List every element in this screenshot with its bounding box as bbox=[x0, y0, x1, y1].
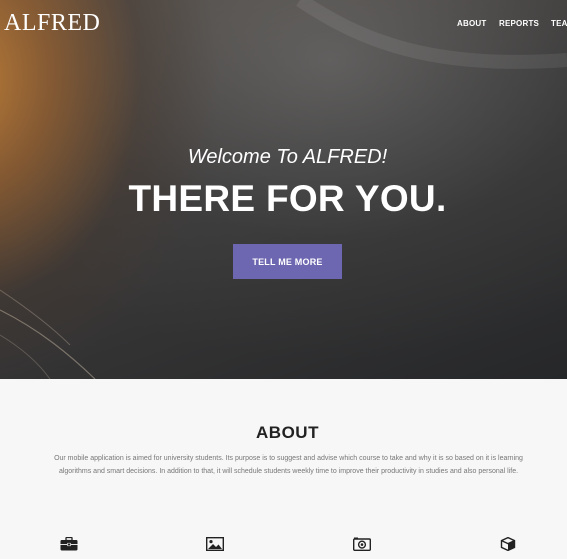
brand-logo[interactable]: ALFRED bbox=[4, 10, 100, 37]
cube-icon bbox=[500, 537, 516, 551]
hero-welcome: Welcome To ALFRED! bbox=[187, 146, 388, 168]
tell-me-more-button[interactable]: TELL ME MORE bbox=[233, 244, 342, 279]
about-section: ABOUT Our mobile application is aimed fo… bbox=[0, 379, 567, 559]
hero-headline: THERE FOR YOU. bbox=[128, 178, 447, 219]
nav-link-team[interactable]: TEA bbox=[551, 19, 567, 28]
nav-link-about[interactable]: ABOUT bbox=[457, 19, 486, 28]
nav-link-reports[interactable]: REPORTS bbox=[499, 19, 539, 28]
camera-icon bbox=[353, 537, 371, 551]
image-icon bbox=[206, 537, 224, 551]
hero-section: ALFRED ABOUT REPORTS TEA Welcome To ALFR… bbox=[0, 0, 567, 379]
briefcase-icon bbox=[60, 537, 78, 551]
about-title: ABOUT bbox=[256, 423, 319, 442]
about-description: Our mobile application is aimed for univ… bbox=[54, 455, 523, 475]
